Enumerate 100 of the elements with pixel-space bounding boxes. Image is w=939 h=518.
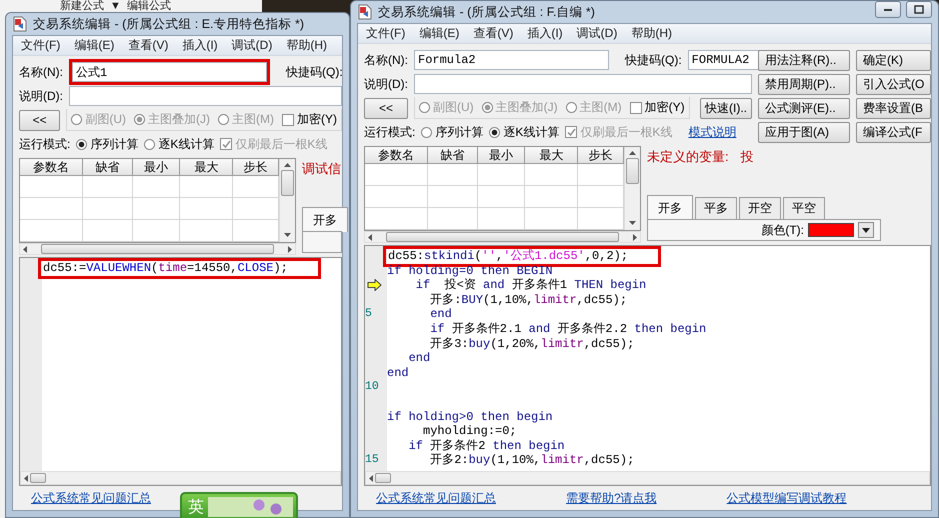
scrollbar-thumb[interactable]	[386, 232, 619, 242]
line-number: 5	[365, 307, 372, 322]
horizontal-scrollbar[interactable]	[20, 471, 341, 485]
field-label: 名称(N):	[19, 64, 63, 80]
code-line: dc55:=VALUEWHEN(time=14550,CLOSE);	[43, 261, 288, 275]
color-swatch[interactable]	[808, 223, 854, 237]
scroll-down-arrow-icon[interactable]	[284, 233, 291, 238]
name-field[interactable]: Formula2	[414, 50, 609, 70]
table-cell	[365, 208, 428, 230]
table-cell	[180, 176, 234, 198]
description-field[interactable]	[414, 74, 752, 94]
scroll-up-arrow-icon[interactable]	[629, 150, 636, 155]
code-editor[interactable]	[364, 245, 931, 486]
table-cell	[20, 198, 83, 220]
button[interactable]: 确定(K)	[856, 50, 931, 70]
checkbox[interactable]: 加密(Y)	[630, 99, 685, 116]
table-cell	[82, 176, 133, 198]
horizontal-scrollbar[interactable]	[19, 243, 296, 255]
table-cell	[478, 208, 526, 230]
code-line: 开多2:buy(1,10%,limitr,dc55);	[429, 453, 634, 468]
field-label: 快捷码(Q):	[286, 64, 343, 80]
minimize-button[interactable]	[875, 1, 901, 18]
table-cell	[478, 186, 526, 208]
scrollbar-thumb[interactable]	[281, 170, 294, 196]
horizontal-scrollbar[interactable]	[365, 471, 930, 485]
description-field[interactable]	[69, 86, 342, 106]
table-cell	[132, 176, 180, 198]
column-header: 最小	[132, 159, 180, 176]
menu-item[interactable]: 调试(D)	[232, 37, 272, 54]
shortcut-field[interactable]: FORMULA2	[688, 50, 762, 70]
table-cell	[525, 164, 578, 186]
table-cell	[180, 198, 234, 220]
scroll-left-arrow-icon[interactable]	[368, 474, 373, 482]
help-link[interactable]: 公式系统常见问题汇总	[376, 490, 496, 506]
tab[interactable]: 平多	[695, 197, 737, 219]
scroll-left-arrow-icon[interactable]	[23, 474, 28, 482]
menu-item[interactable]: 帮助(H)	[286, 37, 327, 54]
menu-item[interactable]: 插入(I)	[527, 25, 563, 42]
scroll-up-arrow-icon[interactable]	[284, 162, 291, 167]
menu-item[interactable]: 编辑(E)	[419, 25, 460, 42]
radio-button[interactable]: 逐K线计算	[489, 124, 560, 140]
column-header: 步长	[233, 159, 279, 176]
code-line: end	[387, 366, 409, 380]
help-link[interactable]: 公式模型编写调试教程	[726, 490, 847, 506]
checkbox[interactable]: 加密(Y)	[282, 111, 337, 128]
scrollbar-thumb[interactable]	[375, 473, 391, 483]
button[interactable]: 用法注释(R)..	[758, 50, 850, 70]
maximize-button[interactable]	[906, 1, 932, 18]
code-line: if 开多条件2.1 and 开多条件2.2 then begin	[429, 322, 706, 337]
menu-item[interactable]: 插入(I)	[182, 37, 218, 54]
horizontal-scrollbar[interactable]	[364, 231, 641, 243]
vertical-scrollbar[interactable]	[279, 159, 295, 242]
button[interactable]: 费率设置(B	[856, 98, 931, 118]
help-link[interactable]: 需要帮助?请点我	[566, 490, 657, 506]
scroll-right-arrow-icon[interactable]	[633, 234, 638, 240]
button[interactable]: 引入公式(O	[856, 74, 931, 94]
scrollbar-thumb[interactable]	[30, 473, 46, 483]
tab[interactable]: 平空	[783, 197, 825, 219]
scrollbar-thumb[interactable]	[41, 244, 274, 254]
vertical-scrollbar[interactable]	[624, 147, 640, 230]
collapse-button[interactable]: <<	[364, 98, 408, 118]
radio-button[interactable]: 逐K线计算	[144, 136, 214, 152]
table-cell	[82, 220, 133, 242]
table-cell	[365, 186, 428, 208]
radio-button[interactable]: 序列计算	[76, 136, 138, 152]
error-message: 未定义的变量:	[647, 148, 729, 166]
menu-item[interactable]: 调试(D)	[576, 25, 618, 42]
tab[interactable]: 开空	[739, 197, 781, 219]
column-header: 缺省	[82, 159, 133, 176]
button[interactable]: 编译公式(F	[856, 122, 931, 142]
radio-button[interactable]: 序列计算	[421, 124, 484, 140]
scroll-left-arrow-icon[interactable]	[367, 234, 372, 240]
table-cell	[20, 176, 83, 198]
menu-item[interactable]: 文件(F)	[366, 25, 406, 42]
scroll-right-arrow-icon[interactable]	[288, 246, 293, 252]
menu-item[interactable]: 帮助(H)	[631, 25, 672, 42]
menu-item[interactable]: 编辑(E)	[74, 37, 114, 54]
help-link[interactable]: 模式说明	[688, 124, 736, 140]
tab[interactable]: 开多	[302, 207, 348, 232]
table-cell	[478, 164, 526, 186]
quick-button[interactable]: 快速(I)..	[700, 98, 752, 118]
menu-item[interactable]: 查看(V)	[128, 37, 168, 54]
document-icon	[12, 16, 28, 32]
button[interactable]: 应用于图(A)	[758, 122, 850, 142]
column-header: 缺省	[428, 147, 478, 164]
menu-item[interactable]: 查看(V)	[473, 25, 514, 42]
tab[interactable]: 开多	[647, 195, 693, 220]
button[interactable]: 禁用周期(P)..	[758, 74, 850, 94]
button[interactable]: 公式测评(E)..	[758, 98, 850, 118]
scrollbar-thumb[interactable]	[626, 158, 639, 184]
menu-item[interactable]: 文件(F)	[21, 37, 60, 54]
dropdown-button[interactable]	[858, 222, 874, 238]
code-line: 开多3:buy(1,20%,limitr,dc55);	[430, 336, 634, 352]
collapse-button[interactable]: <<	[19, 110, 60, 130]
code-editor[interactable]: dc55:=VALUEWHEN(time=14550,CLOSE);	[19, 257, 342, 486]
scroll-down-arrow-icon[interactable]	[629, 221, 636, 226]
help-link[interactable]: 公式系统常见问题汇总	[31, 490, 151, 506]
scroll-left-arrow-icon[interactable]	[22, 246, 27, 252]
table-cell	[132, 198, 180, 220]
name-field[interactable]: 公式1	[72, 62, 267, 82]
